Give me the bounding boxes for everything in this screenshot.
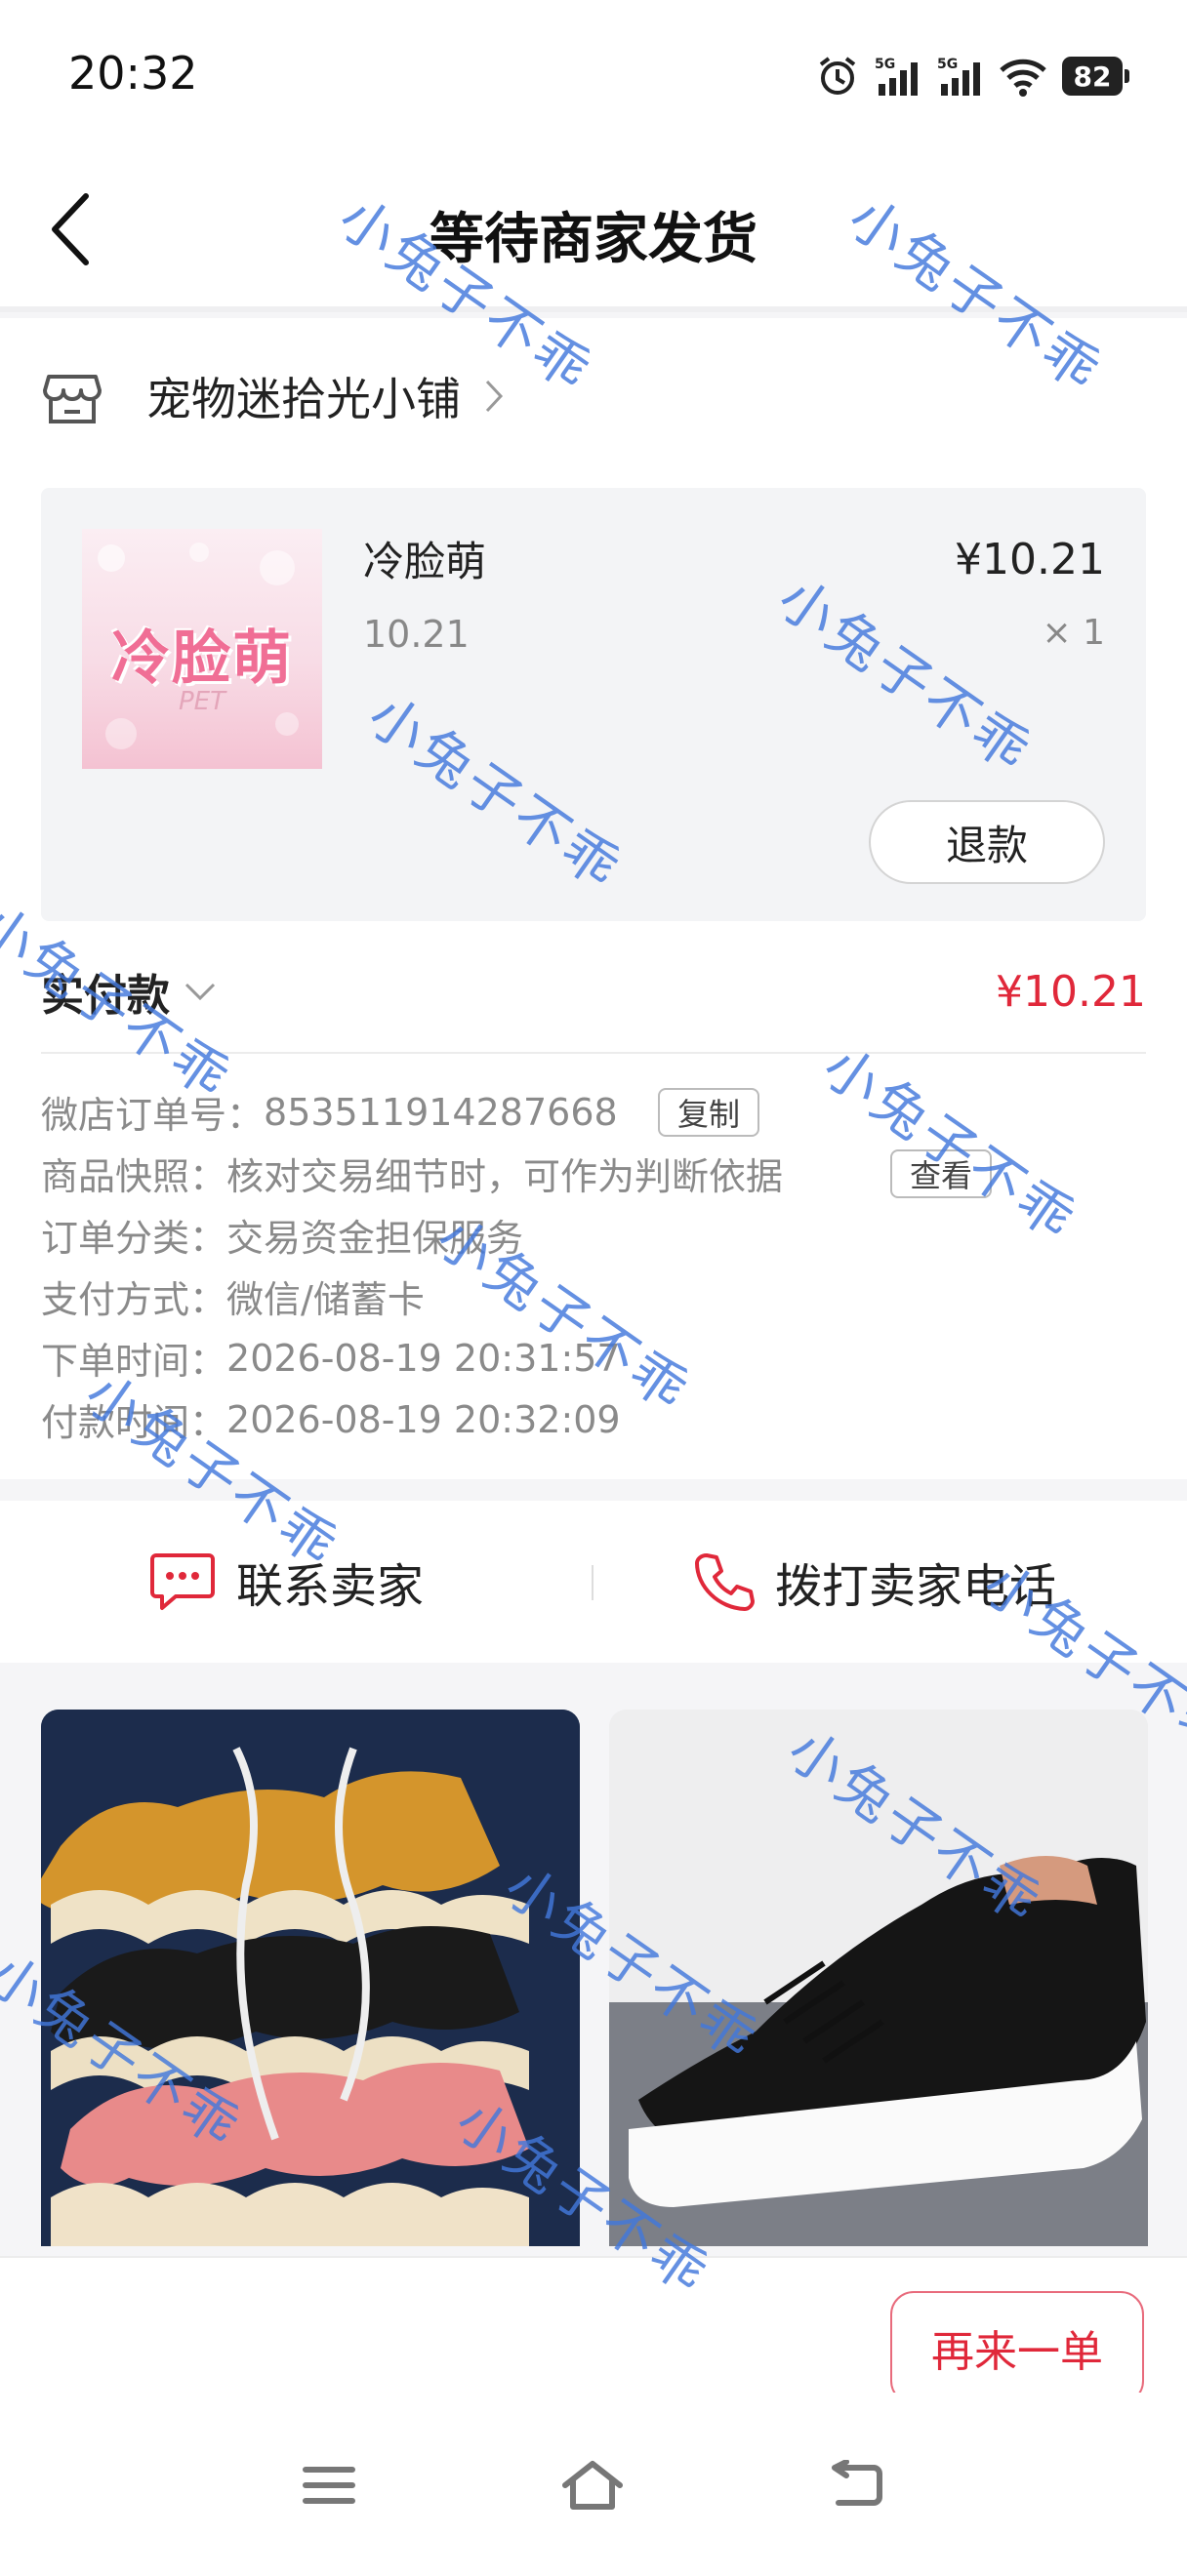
page-header: 等待商家发货 xyxy=(0,146,1187,312)
copy-button[interactable]: 复制 xyxy=(658,1087,760,1137)
detail-label: 下单时间： xyxy=(41,1340,227,1383)
detail-row-order-no: 微店订单号： 853511914287668 复制 xyxy=(41,1081,1146,1143)
order-category: 交易资金担保服务 xyxy=(226,1217,524,1260)
back-nav-icon xyxy=(832,2460,882,2506)
bottom-action-bar: 再来一单 xyxy=(0,2256,1187,2404)
product-quantity: × 1 xyxy=(1042,613,1105,653)
menu-icon xyxy=(303,2467,355,2504)
product-thumbnail: 冷脸萌 PET xyxy=(82,529,322,769)
phone-icon xyxy=(695,1553,755,1611)
detail-label: 微店订单号： xyxy=(41,1094,265,1137)
snapshot-text: 核对交易细节时，可作为判断依据 xyxy=(226,1155,784,1198)
detail-label: 支付方式： xyxy=(41,1278,227,1321)
detail-row-pay-time: 付款时间： 2026-08-19 20:32:09 xyxy=(41,1389,1146,1450)
pay-time: 2026-08-19 20:32:09 xyxy=(226,1397,621,1441)
paid-label: 实付款 xyxy=(41,971,170,1021)
order-number: 853511914287668 xyxy=(264,1090,618,1134)
order-card: 宠物迷拾光小铺 冷脸萌 PET 冷脸萌 10.21 ¥10.21 × 1 退款 … xyxy=(0,318,1187,1479)
product-name: 冷脸萌 xyxy=(363,538,487,585)
product-image xyxy=(41,1710,580,2246)
divider xyxy=(41,1052,1146,1054)
home-button[interactable] xyxy=(549,2441,636,2529)
status-time: 20:32 xyxy=(68,47,198,100)
chevron-right-icon xyxy=(485,380,504,413)
detail-row-snapshot: 商品快照： 核对交易细节时，可作为判断依据 查看 xyxy=(41,1143,1146,1204)
detail-row-pay-method: 支付方式： 微信/储蓄卡 xyxy=(41,1266,1146,1327)
battery-icon: 82 xyxy=(1062,57,1129,96)
call-seller-button[interactable]: 拨打卖家电话 xyxy=(691,1540,1056,1624)
product-price: ¥10.21 xyxy=(955,535,1105,584)
shop-icon xyxy=(43,375,102,423)
pay-method: 微信/储蓄卡 xyxy=(226,1278,425,1321)
detail-label: 付款时间： xyxy=(41,1401,227,1444)
signal-5g-icon: 5G xyxy=(875,57,918,96)
reorder-button[interactable]: 再来一单 xyxy=(890,2291,1144,2404)
product-item[interactable]: 冷脸萌 PET 冷脸萌 10.21 ¥10.21 × 1 退款 xyxy=(41,488,1146,921)
thumb-logo-text: 冷脸萌 xyxy=(111,624,293,693)
shop-name: 宠物迷拾光小铺 xyxy=(146,373,461,425)
svg-text:5G: 5G xyxy=(875,57,895,72)
product-spec: 10.21 xyxy=(363,613,470,656)
detail-label: 商品快照： xyxy=(41,1155,227,1198)
chat-icon xyxy=(150,1553,215,1610)
contact-separator xyxy=(592,1565,594,1600)
page-title: 等待商家发货 xyxy=(430,208,757,271)
refund-button[interactable]: 退款 xyxy=(869,800,1105,884)
contact-seller-button[interactable]: 联系卖家 xyxy=(148,1540,424,1624)
paid-amount: ¥10.21 xyxy=(996,966,1146,1017)
recommended-product-card[interactable] xyxy=(41,1710,580,2246)
shop-row[interactable]: 宠物迷拾光小铺 xyxy=(41,357,504,435)
detail-row-category: 订单分类： 交易资金担保服务 xyxy=(41,1204,1146,1266)
status-icons: 5G 5G 82 xyxy=(816,51,1129,101)
call-seller-label: 拨打卖家电话 xyxy=(775,1559,1057,1614)
back-nav-button[interactable] xyxy=(812,2441,900,2529)
detail-row-order-time: 下单时间： 2026-08-19 20:31:57 xyxy=(41,1327,1146,1389)
thumb-logo-sub: PET xyxy=(179,687,225,716)
product-image xyxy=(609,1710,1148,2246)
view-snapshot-button[interactable]: 查看 xyxy=(890,1148,993,1198)
wifi-icon xyxy=(1000,59,1046,97)
detail-label: 订单分类： xyxy=(41,1217,227,1260)
signal-5g-icon: 5G xyxy=(937,57,980,96)
paid-amount-row[interactable]: 实付款 ¥10.21 xyxy=(41,952,1146,1030)
contact-seller-label: 联系卖家 xyxy=(236,1559,425,1614)
contact-bar: 联系卖家 拨打卖家电话 xyxy=(0,1501,1187,1663)
svg-text:5G: 5G xyxy=(937,57,958,72)
order-details: 微店订单号： 853511914287668 复制 商品快照： 核对交易细节时，… xyxy=(41,1081,1146,1450)
system-nav-bar xyxy=(0,2393,1187,2576)
status-bar: 20:32 5G 5G 82 xyxy=(0,0,1187,146)
home-icon xyxy=(562,2461,623,2510)
chevron-down-icon xyxy=(184,983,216,1001)
alarm-icon xyxy=(819,57,856,95)
recommended-product-card[interactable] xyxy=(609,1710,1148,2246)
menu-button[interactable] xyxy=(285,2441,373,2529)
order-time: 2026-08-19 20:31:57 xyxy=(226,1336,621,1380)
